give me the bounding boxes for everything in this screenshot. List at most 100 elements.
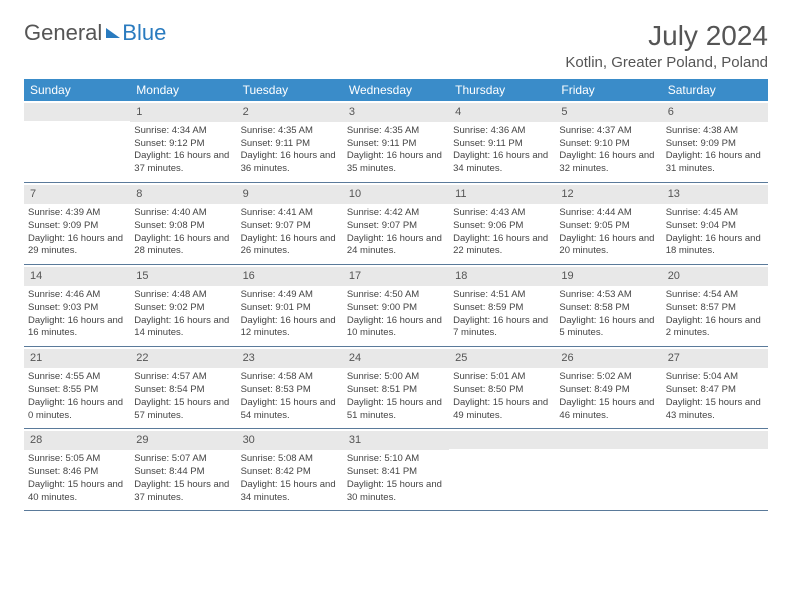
sunset-text: Sunset: 8:42 PM: [241, 466, 339, 479]
day-cell: 17Sunrise: 4:50 AMSunset: 9:00 PMDayligh…: [343, 265, 449, 346]
sunset-text: Sunset: 8:59 PM: [453, 302, 551, 315]
day-info: Sunrise: 4:44 AMSunset: 9:05 PMDaylight:…: [559, 207, 657, 258]
daylight-text: Daylight: 16 hours and 28 minutes.: [134, 233, 232, 259]
day-cell: 27Sunrise: 5:04 AMSunset: 8:47 PMDayligh…: [662, 347, 768, 428]
day-number: 16: [237, 267, 343, 286]
day-cell: [555, 429, 661, 510]
day-number: [555, 431, 661, 449]
day-info: Sunrise: 4:54 AMSunset: 8:57 PMDaylight:…: [666, 289, 764, 340]
sunrise-text: Sunrise: 4:35 AM: [241, 125, 339, 138]
day-cell: 13 Sunrise: 4:45 AMSunset: 9:04 PMDayligh…: [662, 183, 768, 264]
daylight-text: Daylight: 15 hours and 49 minutes.: [453, 397, 551, 423]
sunset-text: Sunset: 8:51 PM: [347, 384, 445, 397]
month-title: July 2024: [565, 20, 768, 52]
daylight-text: Daylight: 16 hours and 22 minutes.: [453, 233, 551, 259]
day-cell: 23Sunrise: 4:58 AMSunset: 8:53 PMDayligh…: [237, 347, 343, 428]
calendar: Sunday Monday Tuesday Wednesday Thursday…: [24, 79, 768, 511]
day-info: Sunrise: 4:55 AMSunset: 8:55 PMDaylight:…: [28, 371, 126, 422]
day-number: 13: [662, 185, 768, 204]
daylight-text: Daylight: 16 hours and 2 minutes.: [666, 315, 764, 341]
day-number: 9: [237, 185, 343, 204]
day-cell: 18Sunrise: 4:51 AMSunset: 8:59 PMDayligh…: [449, 265, 555, 346]
day-number: 25: [449, 349, 555, 368]
sunrise-text: Sunrise: 4:34 AM: [134, 125, 232, 138]
sunrise-text: Sunrise: 4:54 AM: [666, 289, 764, 302]
logo-triangle-icon: [106, 28, 120, 38]
day-number: 15: [130, 267, 236, 286]
daylight-text: Daylight: 15 hours and 51 minutes.: [347, 397, 445, 423]
day-info: Sunrise: 4:48 AMSunset: 9:02 PMDaylight:…: [134, 289, 232, 340]
sunrise-text: Sunrise: 5:08 AM: [241, 453, 339, 466]
day-info: Sunrise: 5:07 AMSunset: 8:44 PMDaylight:…: [134, 453, 232, 504]
daylight-text: Daylight: 15 hours and 46 minutes.: [559, 397, 657, 423]
day-info: Sunrise: 4:38 AMSunset: 9:09 PMDaylight:…: [666, 125, 764, 176]
day-cell: 11Sunrise: 4:43 AMSunset: 9:06 PMDayligh…: [449, 183, 555, 264]
daylight-text: Daylight: 16 hours and 37 minutes.: [134, 150, 232, 176]
sunrise-text: Sunrise: 4:50 AM: [347, 289, 445, 302]
daylight-text: Daylight: 16 hours and 18 minutes.: [666, 233, 764, 259]
day-cell: 8 Sunrise: 4:40 AMSunset: 9:08 PMDaylight…: [130, 183, 236, 264]
day-number: 14: [24, 267, 130, 286]
day-info: Sunrise: 4:49 AMSunset: 9:01 PMDaylight:…: [241, 289, 339, 340]
weekday-monday: Monday: [130, 79, 236, 101]
weekday-sunday: Sunday: [24, 79, 130, 101]
logo: General Blue: [24, 20, 166, 46]
daylight-text: Daylight: 16 hours and 10 minutes.: [347, 315, 445, 341]
day-info: Sunrise: 4:46 AMSunset: 9:03 PMDaylight:…: [28, 289, 126, 340]
weekday-header: Sunday Monday Tuesday Wednesday Thursday…: [24, 79, 768, 101]
day-cell: 3 Sunrise: 4:35 AMSunset: 9:11 PMDaylight…: [343, 101, 449, 182]
sunset-text: Sunset: 8:58 PM: [559, 302, 657, 315]
sunset-text: Sunset: 8:55 PM: [28, 384, 126, 397]
sunset-text: Sunset: 9:03 PM: [28, 302, 126, 315]
day-info: Sunrise: 4:35 AMSunset: 9:11 PMDaylight:…: [241, 125, 339, 176]
day-number: 4: [449, 103, 555, 122]
sunset-text: Sunset: 8:49 PM: [559, 384, 657, 397]
day-cell: [449, 429, 555, 510]
day-number: 6: [662, 103, 768, 122]
weekday-tuesday: Tuesday: [237, 79, 343, 101]
sunset-text: Sunset: 9:04 PM: [666, 220, 764, 233]
day-number: [449, 431, 555, 449]
day-info: Sunrise: 5:02 AMSunset: 8:49 PMDaylight:…: [559, 371, 657, 422]
daylight-text: Daylight: 15 hours and 34 minutes.: [241, 479, 339, 505]
day-info: Sunrise: 4:37 AMSunset: 9:10 PMDaylight:…: [559, 125, 657, 176]
day-number: 3: [343, 103, 449, 122]
sunset-text: Sunset: 9:09 PM: [28, 220, 126, 233]
sunrise-text: Sunrise: 5:02 AM: [559, 371, 657, 384]
sunrise-text: Sunrise: 4:38 AM: [666, 125, 764, 138]
day-cell: 9Sunrise: 4:41 AMSunset: 9:07 PMDaylight…: [237, 183, 343, 264]
day-number: [662, 431, 768, 449]
day-info: Sunrise: 4:40 AMSunset: 9:08 PMDaylight:…: [134, 207, 232, 258]
daylight-text: Daylight: 16 hours and 24 minutes.: [347, 233, 445, 259]
sunset-text: Sunset: 9:08 PM: [134, 220, 232, 233]
day-cell: 6 Sunrise: 4:38 AMSunset: 9:09 PMDaylight…: [662, 101, 768, 182]
sunset-text: Sunset: 8:53 PM: [241, 384, 339, 397]
day-info: Sunrise: 4:53 AMSunset: 8:58 PMDaylight:…: [559, 289, 657, 340]
day-number: 19: [555, 267, 661, 286]
sunrise-text: Sunrise: 5:00 AM: [347, 371, 445, 384]
sunset-text: Sunset: 9:09 PM: [666, 138, 764, 151]
day-info: Sunrise: 4:42 AMSunset: 9:07 PMDaylight:…: [347, 207, 445, 258]
header: General Blue July 2024 Kotlin, Greater P…: [24, 20, 768, 71]
daylight-text: Daylight: 16 hours and 7 minutes.: [453, 315, 551, 341]
sunrise-text: Sunrise: 4:36 AM: [453, 125, 551, 138]
daylight-text: Daylight: 16 hours and 32 minutes.: [559, 150, 657, 176]
day-number: 8: [130, 185, 236, 204]
daylight-text: Daylight: 15 hours and 54 minutes.: [241, 397, 339, 423]
sunset-text: Sunset: 9:11 PM: [453, 138, 551, 151]
daylight-text: Daylight: 16 hours and 14 minutes.: [134, 315, 232, 341]
sunset-text: Sunset: 8:46 PM: [28, 466, 126, 479]
sunset-text: Sunset: 9:10 PM: [559, 138, 657, 151]
daylight-text: Daylight: 16 hours and 16 minutes.: [28, 315, 126, 341]
sunrise-text: Sunrise: 4:41 AM: [241, 207, 339, 220]
week-row: 14 Sunrise: 4:46 AMSunset: 9:03 PMDayligh…: [24, 265, 768, 347]
day-number: 23: [237, 349, 343, 368]
daylight-text: Daylight: 16 hours and 36 minutes.: [241, 150, 339, 176]
day-info: Sunrise: 4:45 AMSunset: 9:04 PMDaylight:…: [666, 207, 764, 258]
sunset-text: Sunset: 9:12 PM: [134, 138, 232, 151]
sunrise-text: Sunrise: 4:35 AM: [347, 125, 445, 138]
day-info: Sunrise: 5:05 AMSunset: 8:46 PMDaylight:…: [28, 453, 126, 504]
day-info: Sunrise: 4:35 AMSunset: 9:11 PMDaylight:…: [347, 125, 445, 176]
day-cell: 19 Sunrise: 4:53 AMSunset: 8:58 PMDayligh…: [555, 265, 661, 346]
day-info: Sunrise: 5:04 AMSunset: 8:47 PMDaylight:…: [666, 371, 764, 422]
